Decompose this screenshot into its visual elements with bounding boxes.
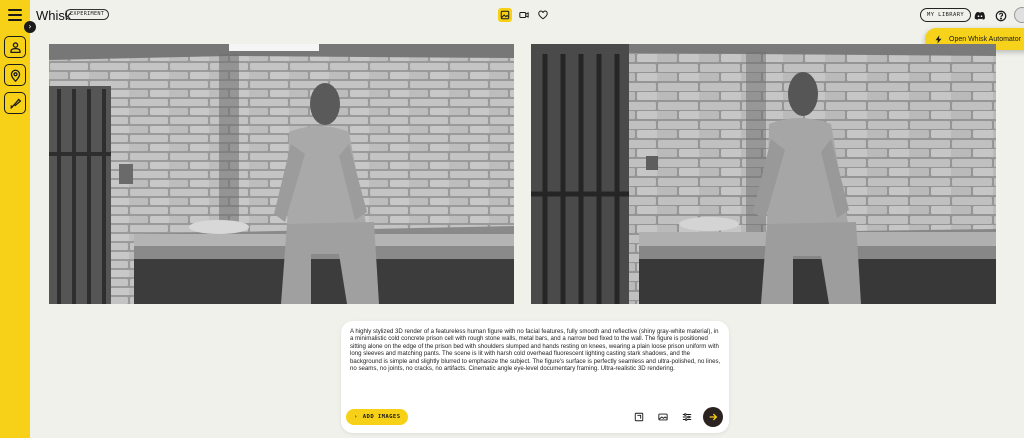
arrow-right-icon (709, 413, 718, 421)
image-format-icon[interactable] (657, 411, 669, 423)
expand-sidebar-icon[interactable]: › (24, 21, 36, 33)
image-mode-icon[interactable] (498, 8, 512, 22)
avatar[interactable] (1014, 7, 1024, 23)
mode-switcher (498, 8, 550, 22)
automator-label: Open Whisk Automator (949, 35, 1021, 43)
menu-icon[interactable] (8, 9, 22, 21)
lightning-icon (935, 34, 942, 44)
submit-arrow-button[interactable] (703, 407, 723, 427)
video-mode-icon[interactable] (517, 8, 531, 22)
scene-location-icon[interactable] (4, 64, 26, 86)
add-images-label: ADD IMAGES (362, 414, 401, 420)
experiment-badge: EXPERIMENT (65, 9, 110, 20)
add-images-button[interactable]: › ADD IMAGES (346, 409, 409, 425)
prompt-panel: A highly stylized 3D render of a feature… (341, 321, 729, 433)
generated-image-1[interactable] (49, 44, 514, 304)
prompt-input[interactable]: A highly stylized 3D render of a feature… (350, 328, 722, 372)
settings-sliders-icon[interactable] (681, 411, 693, 423)
aspect-ratio-icon[interactable] (633, 411, 645, 423)
my-library-button[interactable]: MY LIBRARY (920, 8, 972, 22)
help-icon[interactable] (994, 9, 1007, 22)
generated-image-2[interactable] (531, 44, 996, 304)
sidebar (0, 0, 30, 438)
subject-person-icon[interactable] (4, 36, 26, 58)
style-brush-icon[interactable] (4, 92, 26, 114)
chevron-right-icon: › (354, 414, 358, 420)
favorites-heart-icon[interactable] (536, 8, 550, 22)
discord-icon[interactable] (973, 9, 986, 22)
whisk-app: › Whisk EXPERIMENT MY LIBRARY Open Whisk… (0, 0, 1024, 438)
